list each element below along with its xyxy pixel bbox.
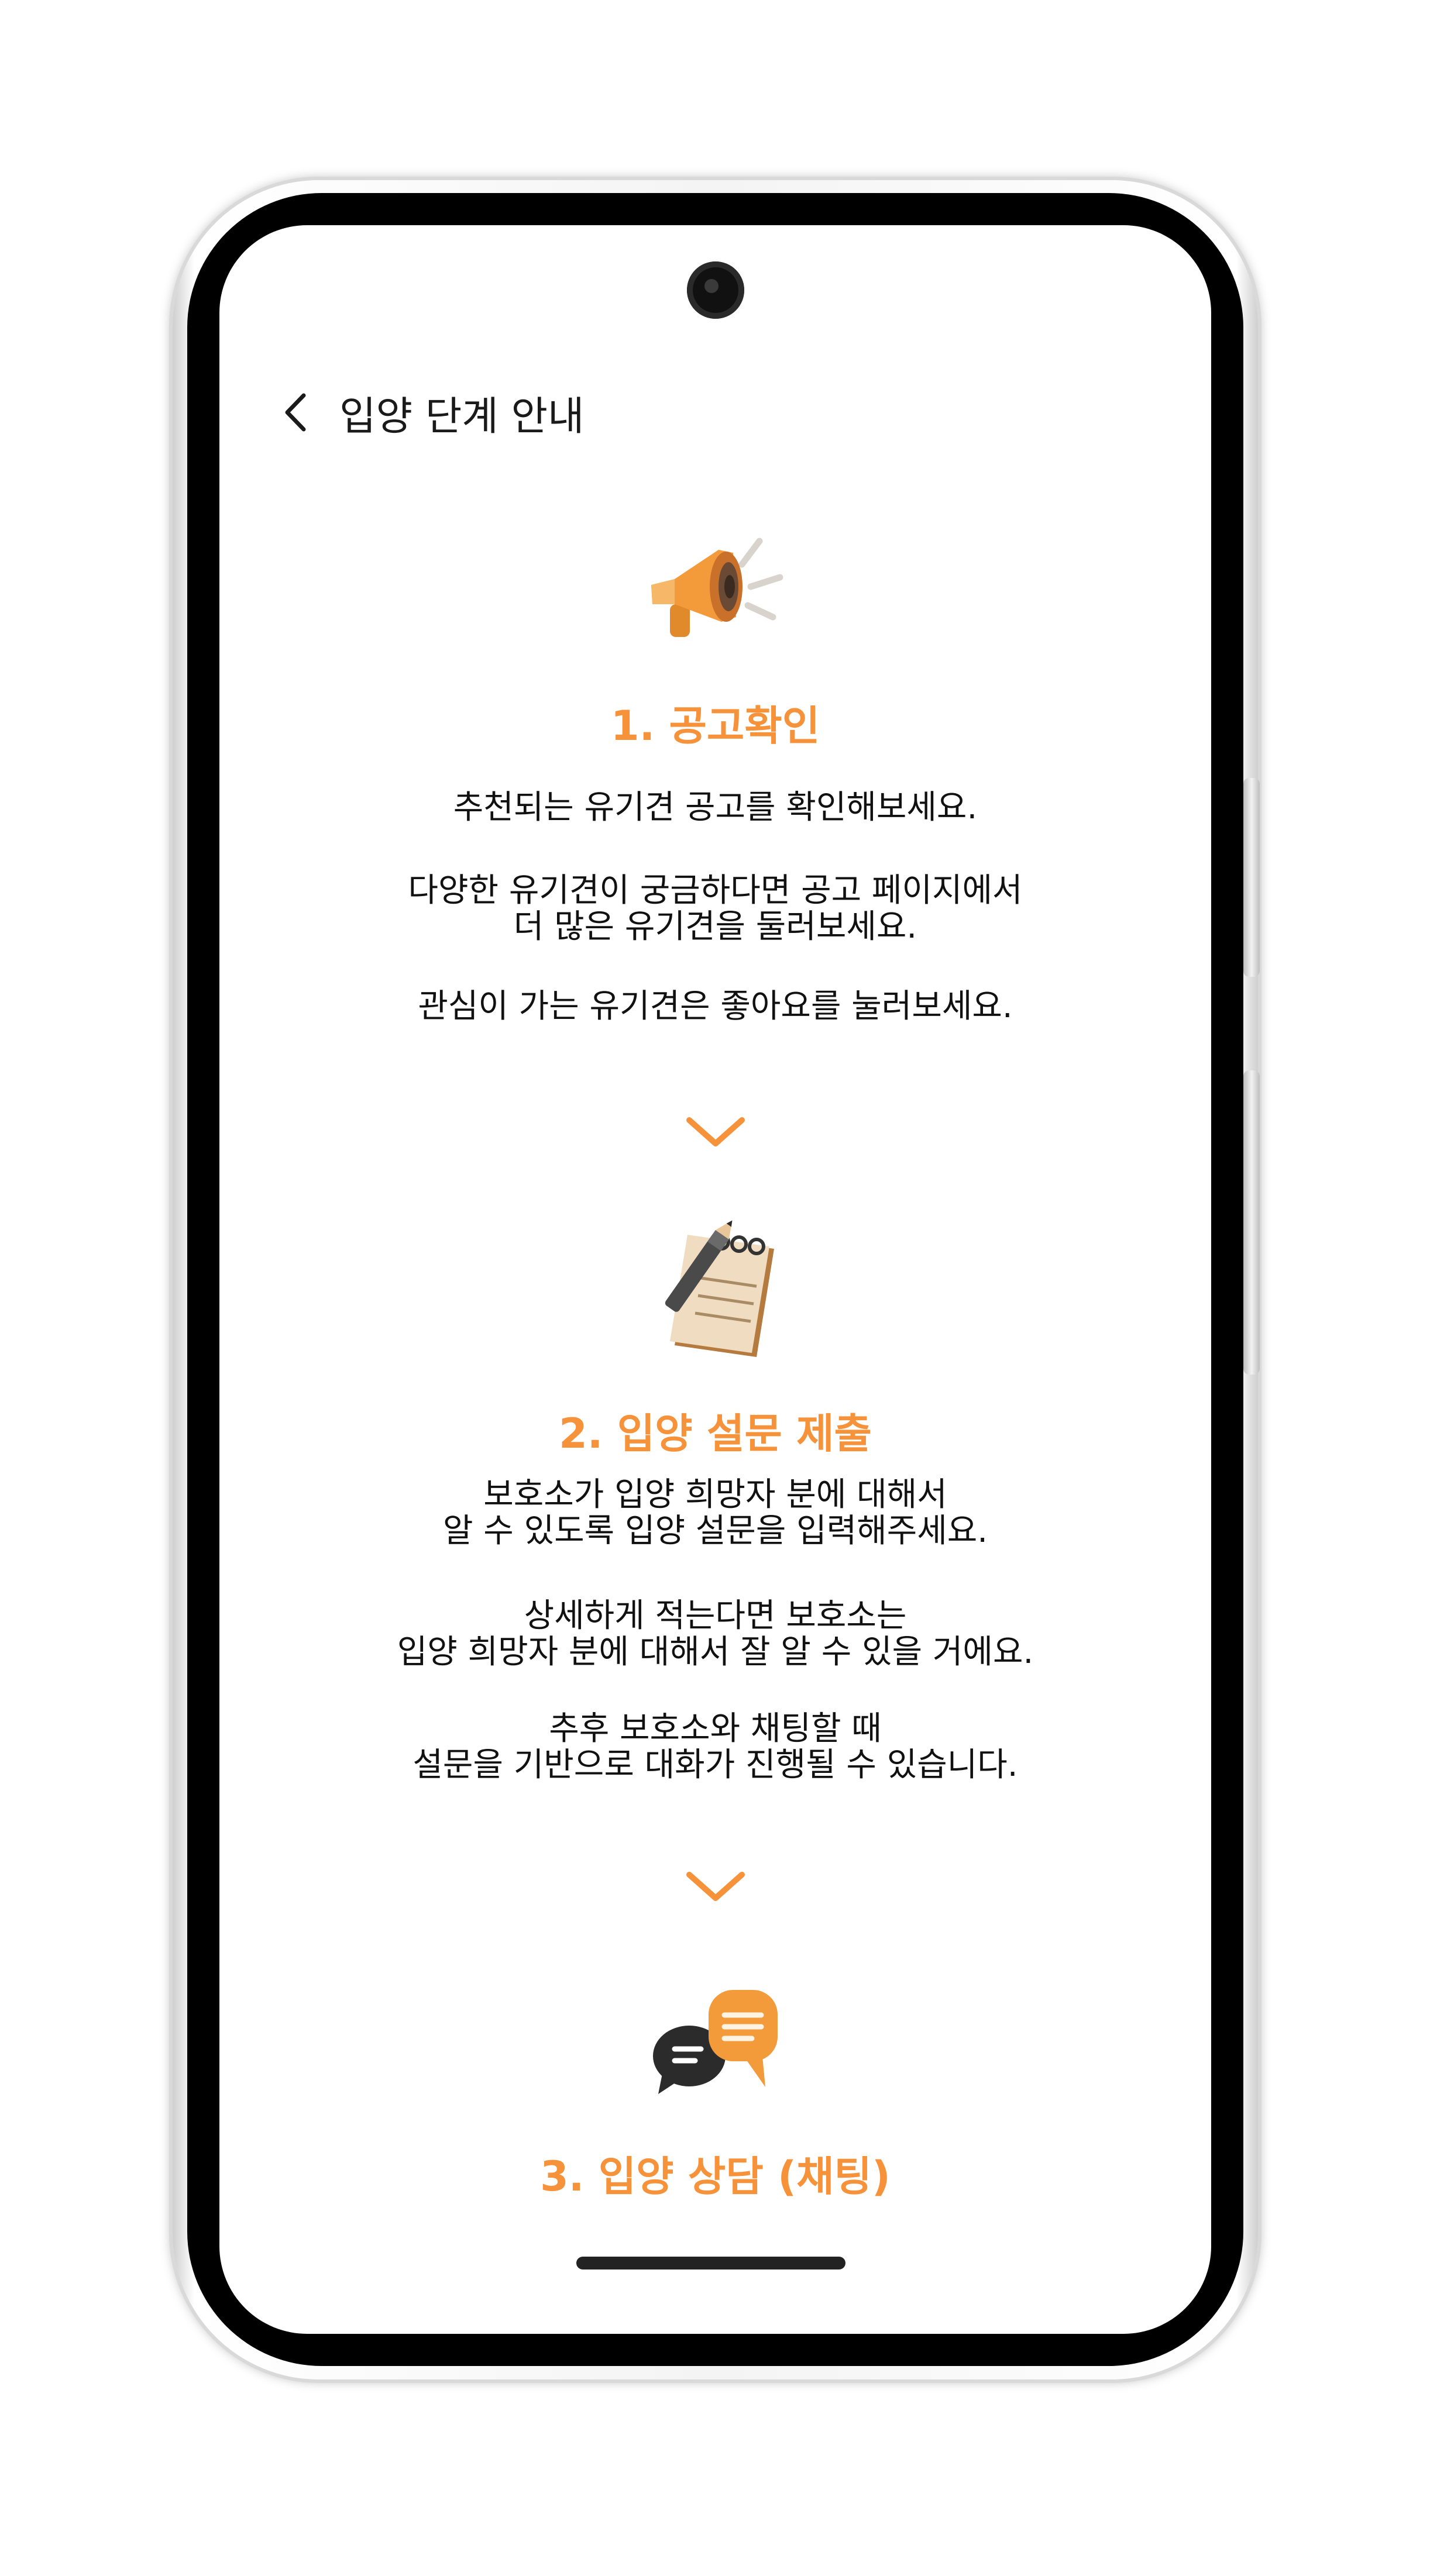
home-indicator[interactable] [576, 2257, 845, 2270]
step-1-paragraph-1: 추천되는 유기견 공고를 확인해보세요. [219, 790, 1211, 826]
step-1-paragraph-3: 관심이 가는 유기견은 좋아요를 눌러보세요. [219, 989, 1211, 1025]
power-button [1243, 1070, 1260, 1375]
step-2-paragraph-2: 상세하게 적는다면 보호소는 입양 희망자 분에 대해서 잘 알 수 있을 거에… [219, 1598, 1211, 1671]
step-1-line: 다양한 유기견이 궁금하다면 공고 페이지에서 [408, 872, 1023, 910]
chevron-down-icon[interactable] [683, 1869, 748, 1904]
chat-bubbles-icon [645, 1983, 786, 2102]
step-2-line: 입양 희망자 분에 대해서 잘 알 수 있을 거에요. [397, 1633, 1034, 1671]
step-2-line: 알 수 있도록 입양 설문을 입력해주세요. [442, 1512, 988, 1550]
step-1-title: 1. 공고확인 [610, 702, 820, 750]
megaphone-icon [640, 529, 792, 649]
step-1-line: 추천되는 유기견 공고를 확인해보세요. [453, 788, 978, 826]
step-2-title: 2. 입양 설문 제출 [559, 1410, 872, 1458]
step-1-paragraph-2: 다양한 유기견이 궁금하다면 공고 페이지에서 더 많은 유기견을 둘러보세요. [219, 873, 1211, 945]
steps-content: 1. 공고확인 추천되는 유기견 공고를 확인해보세요. 다양한 유기견이 궁금… [219, 0, 1211, 2576]
stage: 입양 단계 안내 1. 공고확인 추천되는 유기견 공고를 확인해보세요. 다양… [0, 0, 1430, 2576]
step-2-line: 보호소가 입양 희망자 분에 대해서 [483, 1476, 947, 1514]
step-2-line: 상세하게 적는다면 보호소는 [524, 1597, 907, 1635]
step-2-paragraph-1: 보호소가 입양 희망자 분에 대해서 알 수 있도록 입양 설문을 입력해주세요… [219, 1477, 1211, 1549]
step-1-line: 관심이 가는 유기견은 좋아요를 눌러보세요. [418, 987, 1013, 1025]
step-2-paragraph-3: 추후 보호소와 채팅할 때 설문을 기반으로 대화가 진행될 수 있습니다. [219, 1711, 1211, 1783]
volume-button [1243, 778, 1260, 977]
step-1-line: 더 많은 유기견을 둘러보세요. [513, 908, 917, 946]
chevron-down-icon[interactable] [683, 1114, 748, 1149]
step-3-title: 3. 입양 상담 (채팅) [540, 2153, 891, 2200]
notepad-pencil-icon [645, 1214, 786, 1368]
step-2-line: 추후 보호소와 채팅할 때 [549, 1710, 882, 1748]
step-2-line: 설문을 기반으로 대화가 진행될 수 있습니다. [412, 1746, 1018, 1784]
